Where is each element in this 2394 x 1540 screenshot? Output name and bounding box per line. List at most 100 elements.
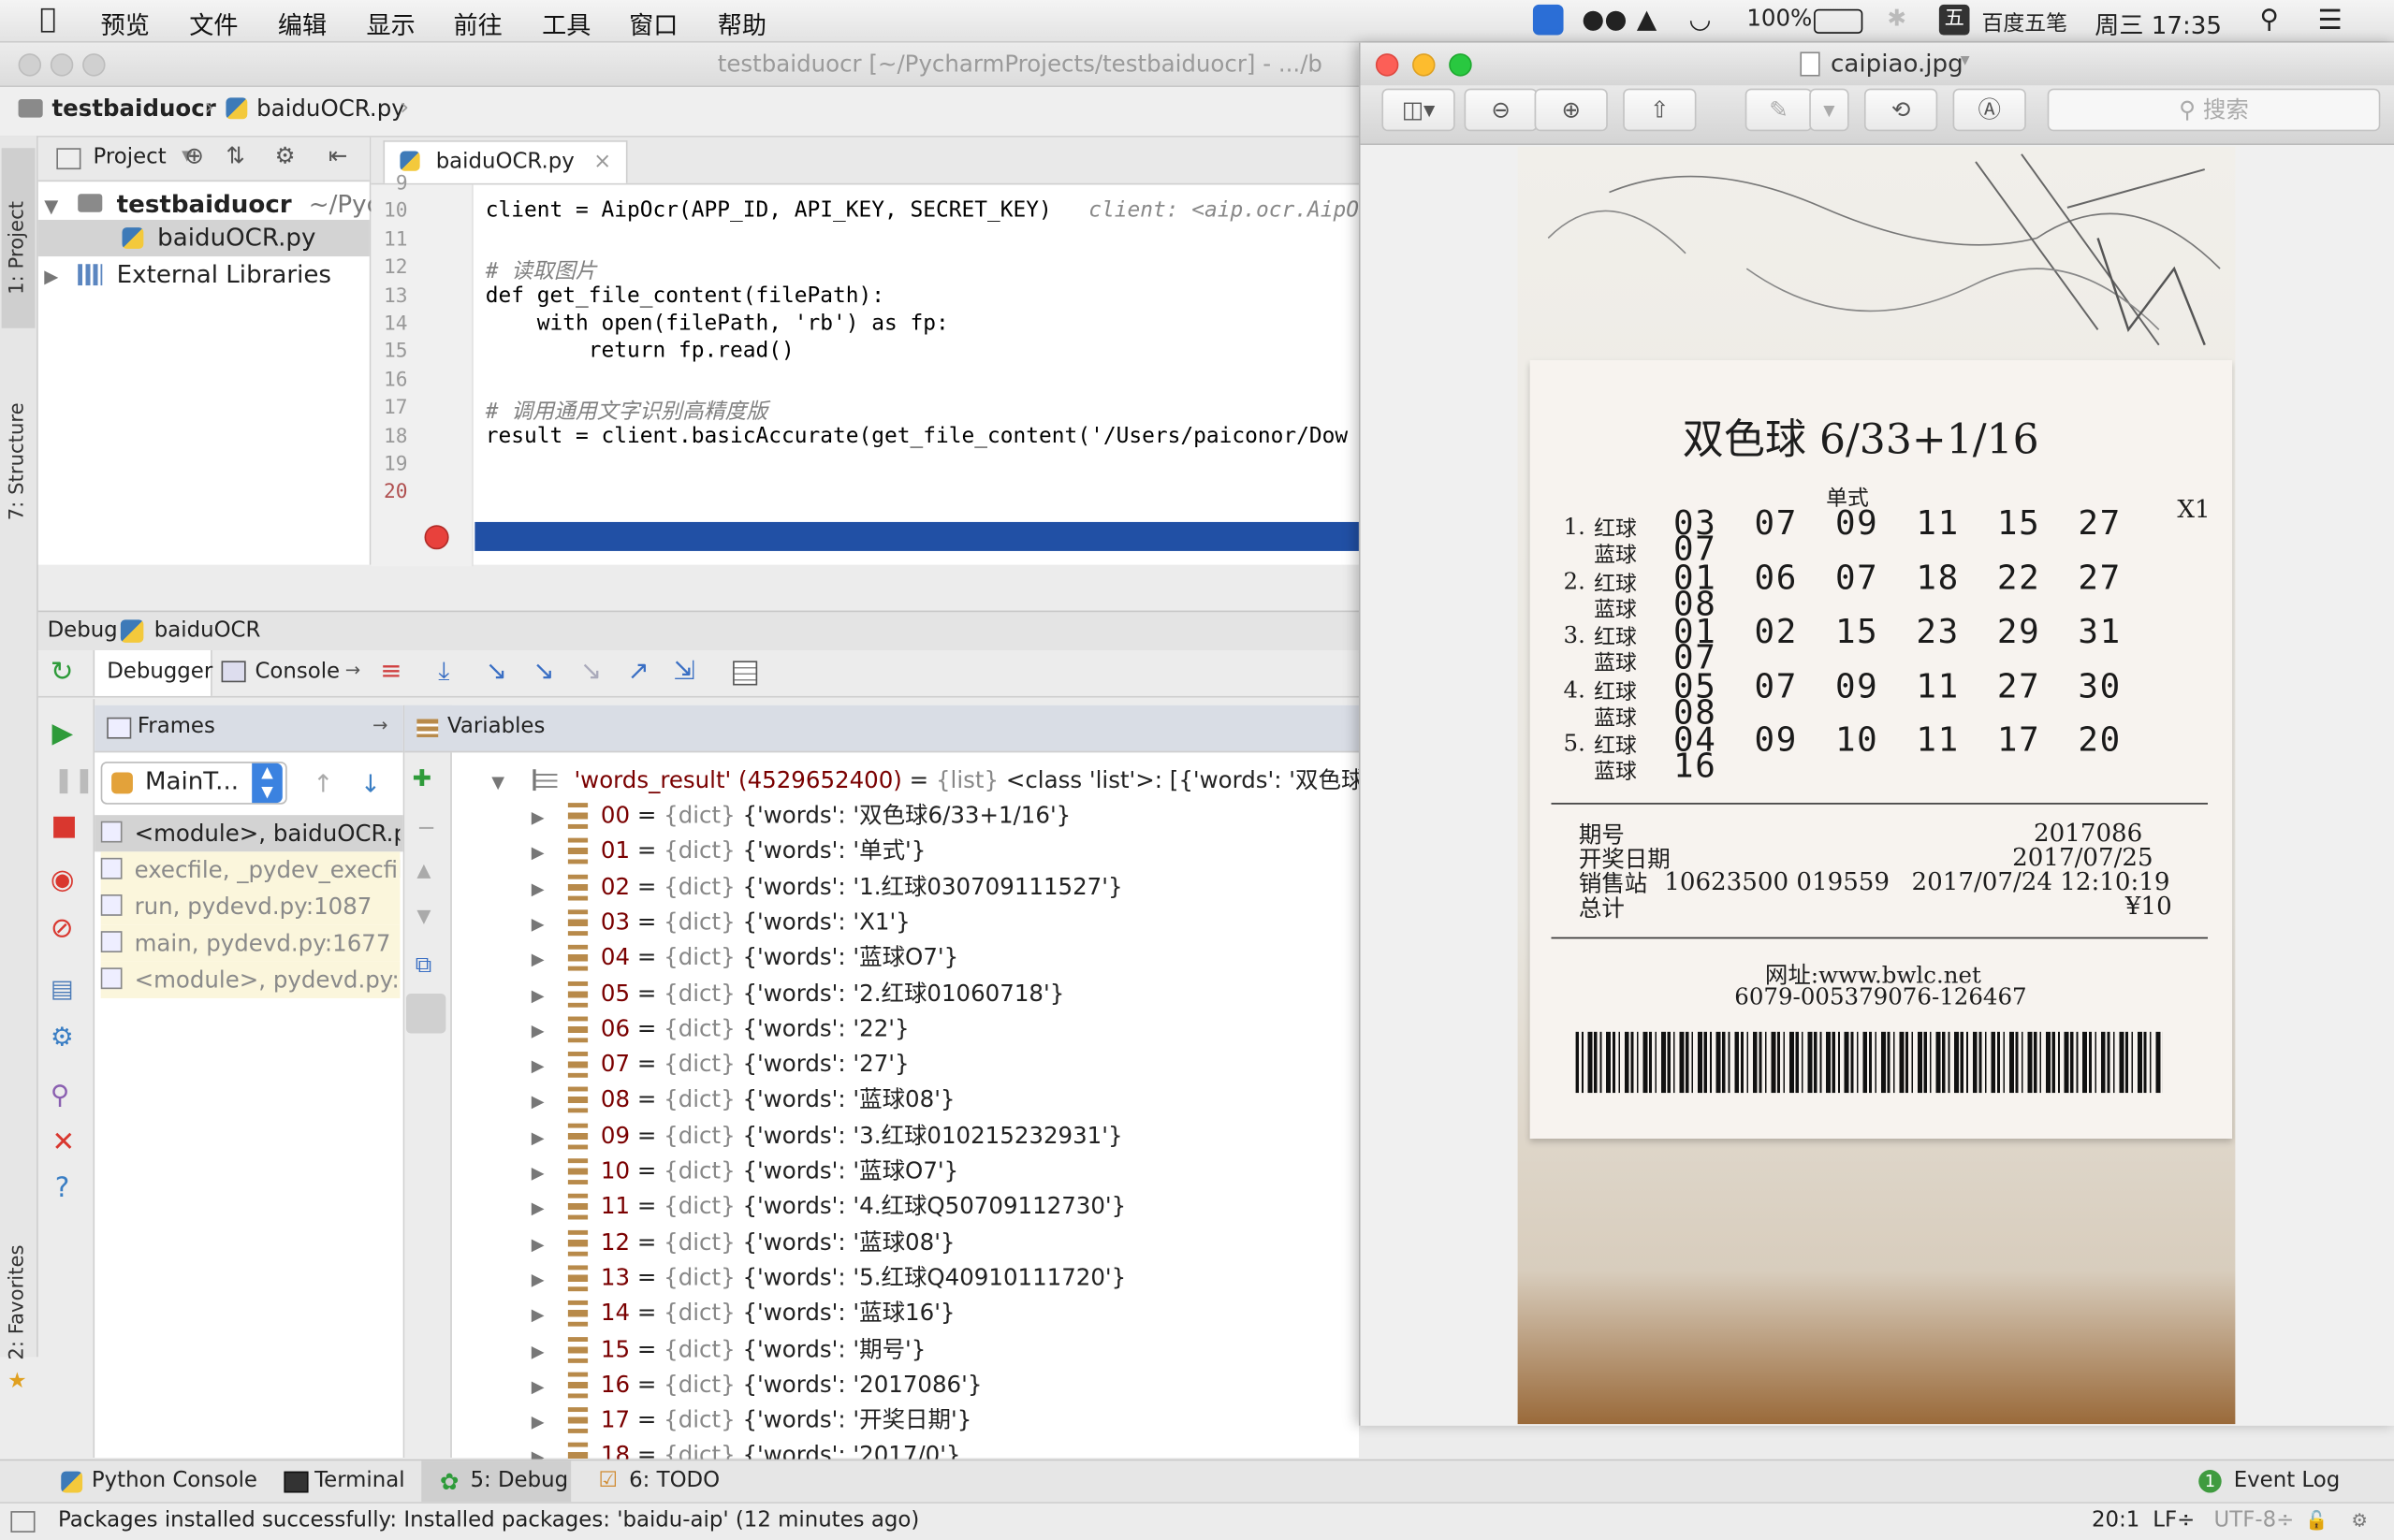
- rotate-button[interactable]: ⟲: [1863, 88, 1938, 132]
- chevron-right-icon[interactable]: ▶: [532, 950, 545, 969]
- tab-project[interactable]: 1: Project: [7, 201, 29, 295]
- menu-go[interactable]: 前往: [454, 5, 503, 41]
- remove-watch-icon[interactable]: −: [416, 814, 436, 841]
- code-editor[interactable]: baiduOCR.py × 9 10 client = AipOcr(APP_ID,…: [371, 137, 1359, 567]
- battery-icon[interactable]: [1814, 8, 1863, 34]
- variable-row[interactable]: ▶ 03 = {dict} {'words': 'X1'}: [532, 905, 911, 940]
- chevron-right-icon[interactable]: ▶: [532, 914, 545, 934]
- chevron-right-icon[interactable]: ▶: [532, 1092, 545, 1111]
- chevron-right-icon[interactable]: ▶: [532, 1234, 545, 1254]
- arrow-up-icon[interactable]: ↑: [313, 769, 333, 798]
- menu-help[interactable]: 帮助: [718, 5, 766, 41]
- menu-window[interactable]: 窗口: [629, 5, 678, 41]
- console-tab[interactable]: Console: [255, 660, 340, 684]
- apple-menu-icon[interactable]: : [39, 3, 56, 35]
- frame-row[interactable]: main, pydevd.py:1677: [100, 924, 401, 962]
- code-line[interactable]: return fp.read(): [486, 340, 795, 364]
- code-line[interactable]: client = AipOcr(APP_ID, API_KEY, SECRET_…: [486, 199, 1052, 224]
- chevron-right-icon[interactable]: ▶: [532, 1412, 545, 1431]
- chevron-right-icon[interactable]: ▶: [532, 1163, 545, 1183]
- new-watch-icon[interactable]: ✚: [412, 764, 431, 792]
- chevron-right-icon[interactable]: ▶: [532, 879, 545, 898]
- variable-row[interactable]: ▶ 11 = {dict} {'words': '4.红球Q50709112730…: [532, 1189, 1126, 1225]
- bluetooth-icon[interactable]: ✱: [1887, 5, 1906, 32]
- qq-icon[interactable]: ▲: [1637, 5, 1657, 36]
- menu-tools[interactable]: 工具: [542, 5, 591, 41]
- step-over-icon[interactable]: ⤓: [438, 657, 449, 688]
- chevron-right-icon[interactable]: ▶: [44, 266, 58, 287]
- code-line[interactable]: result = client.basicAccurate(get_file_c…: [486, 424, 1348, 448]
- breadcrumb-file[interactable]: baiduOCR.py: [256, 94, 405, 122]
- tab-event-log[interactable]: Event Log: [2234, 1468, 2340, 1492]
- layout-icon[interactable]: ▤: [51, 974, 74, 1003]
- wifi-icon[interactable]: ◡: [1688, 5, 1711, 36]
- zoom-in-button[interactable]: ⊕: [1534, 88, 1608, 132]
- rerun-icon[interactable]: ↻: [51, 657, 74, 689]
- debug-config-label[interactable]: baiduOCR: [154, 618, 261, 643]
- close-icon[interactable]: ✕: [51, 1126, 75, 1158]
- project-view-label[interactable]: Project: [94, 145, 167, 169]
- var-root-row[interactable]: ▼ 'words_result' (4529652400) = {list} <…: [491, 763, 1386, 799]
- variable-row[interactable]: ▶ 15 = {dict} {'words': '期号'}: [532, 1331, 926, 1367]
- help-icon[interactable]: ?: [55, 1172, 70, 1204]
- frame-row[interactable]: run, pydevd.py:1087: [100, 888, 401, 925]
- chevron-right-icon[interactable]: ▶: [532, 1341, 545, 1360]
- chevron-right-icon[interactable]: ▶: [532, 1305, 545, 1325]
- tab-favorites[interactable]: 2: Favorites: [7, 1244, 29, 1359]
- zoom-button[interactable]: [1449, 53, 1472, 77]
- chevron-updown-icon[interactable]: ▲ ▼: [252, 763, 283, 804]
- tab-structure[interactable]: 7: Structure: [7, 402, 29, 520]
- variable-row[interactable]: ▶ 06 = {dict} {'words': '22'}: [532, 1011, 910, 1047]
- search-field[interactable]: ⚲ 搜索: [2047, 88, 2381, 132]
- arrow-down-icon[interactable]: ↓: [360, 769, 381, 798]
- chevron-right-icon[interactable]: ▶: [532, 1021, 545, 1040]
- move-down-icon[interactable]: ▼: [416, 905, 431, 926]
- chevron-right-icon[interactable]: ▶: [532, 1376, 545, 1396]
- variable-row[interactable]: ▶ 02 = {dict} {'words': '1.红球030709111527…: [532, 869, 1123, 905]
- menu-edit[interactable]: 编辑: [278, 5, 327, 41]
- chevron-right-icon[interactable]: ▶: [532, 985, 545, 1005]
- share-button[interactable]: ⇧: [1623, 88, 1697, 132]
- lock-icon[interactable]: 🔓: [2305, 1509, 2328, 1531]
- preview-title[interactable]: caipiao.jpg: [1831, 49, 1963, 78]
- debugger-tab[interactable]: Debugger: [93, 649, 212, 696]
- menu-view[interactable]: 显示: [367, 5, 416, 41]
- breadcrumb-project[interactable]: testbaiduocr: [51, 94, 215, 122]
- tab-terminal[interactable]: Terminal: [314, 1468, 405, 1492]
- tree-root-row[interactable]: ▼ testbaiduocr ~/Pycha: [44, 189, 410, 218]
- collapse-all-icon[interactable]: ⇅: [226, 142, 245, 169]
- tab-debug[interactable]: 5: Debug: [470, 1468, 568, 1492]
- input-method-icon[interactable]: 五: [1938, 4, 1970, 36]
- variable-row[interactable]: ▶ 00 = {dict} {'words': '双色球6/33+1/16'}: [532, 798, 1071, 834]
- status-message[interactable]: Packages installed successfully: Install…: [58, 1508, 919, 1533]
- editor-tab-baiduocr[interactable]: baiduOCR.py ×: [383, 140, 629, 183]
- code-line[interactable]: # 调用通用文字识别高精度版: [486, 396, 768, 427]
- resume-icon[interactable]: ▶: [51, 718, 73, 749]
- variable-row[interactable]: ▶ 01 = {dict} {'words': '单式'}: [532, 834, 926, 869]
- close-button[interactable]: [1375, 53, 1399, 77]
- run-to-cursor-icon[interactable]: ⇲: [673, 657, 694, 688]
- variable-row[interactable]: ▶ 09 = {dict} {'words': '3.红球010215232931…: [532, 1118, 1123, 1154]
- variable-row[interactable]: ▶ 16 = {dict} {'words': '2017086'}: [532, 1367, 982, 1402]
- zoom-button[interactable]: [82, 53, 106, 77]
- chevron-right-icon[interactable]: ▶: [532, 843, 545, 863]
- variable-row[interactable]: ▶ 10 = {dict} {'words': '蓝球O7'}: [532, 1154, 958, 1189]
- markup-toolbar-button[interactable]: Ⓐ: [1952, 88, 2026, 132]
- chevron-down-icon[interactable]: ▾: [1961, 49, 1970, 70]
- show-execution-point-icon[interactable]: ≡: [380, 657, 401, 688]
- frame-row[interactable]: <module>, pydevd.py:1: [100, 961, 401, 998]
- code-line[interactable]: print(result): [486, 480, 653, 504]
- variable-row[interactable]: ▶ 08 = {dict} {'words': '蓝球08'}: [532, 1082, 956, 1118]
- frame-row[interactable]: execfile, _pydev_execfile: [100, 851, 401, 889]
- spotlight-icon[interactable]: ⚲: [2259, 5, 2278, 36]
- step-out-icon[interactable]: ↗: [628, 657, 650, 688]
- variable-row[interactable]: ▶ 13 = {dict} {'words': '5.红球Q40910111720…: [532, 1260, 1126, 1296]
- teamviewer-icon[interactable]: [1532, 4, 1564, 36]
- tab-todo[interactable]: 6: TODO: [629, 1468, 720, 1492]
- step-into-icon[interactable]: ↘: [486, 657, 507, 688]
- view-breakpoints-icon[interactable]: ◉: [51, 864, 75, 895]
- breakpoint-icon[interactable]: [424, 525, 449, 550]
- wechat-icon[interactable]: ●●: [1582, 5, 1627, 36]
- variable-row[interactable]: ▶ 07 = {dict} {'words': '27'}: [532, 1047, 910, 1082]
- minimize-button[interactable]: [50, 53, 74, 77]
